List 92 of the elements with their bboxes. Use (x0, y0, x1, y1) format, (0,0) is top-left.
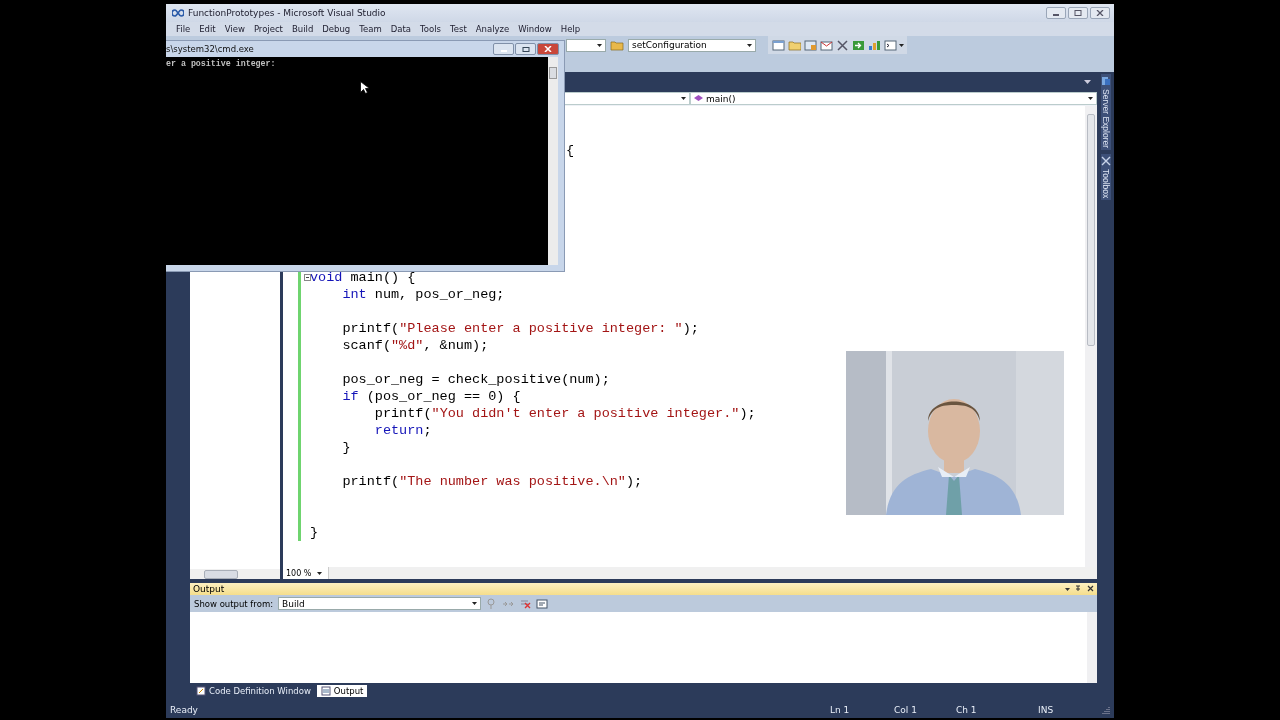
column-indicator: Col 1 (894, 705, 918, 715)
close-icon (1096, 10, 1104, 16)
wrap-icon (536, 597, 549, 610)
chart-button[interactable] (867, 38, 882, 52)
configuration-dropdown[interactable]: setConfiguration (628, 38, 756, 52)
menu-item[interactable]: Test (450, 24, 467, 34)
clear-icon (519, 597, 532, 610)
member-dropdown[interactable]: main() (690, 92, 1097, 105)
code-line: if (pos_or_neg == 0) { (341, 388, 522, 405)
close-button[interactable] (537, 43, 559, 55)
code-line: pos_or_neg = check_positive(num); (341, 371, 611, 388)
side-tab[interactable]: Server Explorer (1100, 74, 1111, 151)
chart-icon (868, 39, 881, 51)
dropdown[interactable] (566, 38, 606, 52)
folder-icon (788, 39, 801, 51)
folder-button[interactable] (787, 38, 802, 52)
line-indicator: Ln 1 (830, 705, 851, 715)
window-icon (772, 39, 785, 51)
dropdown-arrow-icon (597, 43, 602, 47)
dropdown-arrow-icon (472, 602, 478, 605)
side-tab[interactable]: Toolbox (1100, 154, 1111, 201)
menu-item[interactable]: Analyze (475, 24, 510, 34)
status-message: Ready (170, 705, 199, 715)
window-title: s\system32\cmd.exe (166, 44, 254, 54)
panel-tab[interactable]: Code Definition Window (192, 684, 315, 697)
arrow-box-button[interactable] (851, 38, 866, 52)
field-label: Show output from: (194, 598, 274, 609)
menu-item[interactable]: Project (253, 24, 283, 34)
window-icon (320, 685, 331, 696)
code-line: int num, pos_or_neg; (341, 286, 506, 303)
pin-icon (485, 597, 498, 610)
vertical-scrollbar[interactable] (1087, 612, 1097, 683)
insert-mode-indicator: INS (1038, 705, 1055, 715)
menu-item[interactable]: Build (291, 24, 314, 34)
output-source-dropdown[interactable]: Build (278, 597, 482, 610)
document-pencil-icon (196, 685, 206, 696)
character-indicator: Ch 1 (956, 705, 978, 715)
mouse-pointer-icon (360, 81, 369, 94)
maximize-button[interactable] (1068, 7, 1088, 19)
dropdown-arrow-icon (317, 571, 323, 575)
wrap-button[interactable] (535, 596, 550, 611)
maximize-icon (521, 46, 530, 52)
maximize-button[interactable] (515, 43, 536, 55)
method-icon (694, 94, 703, 103)
code-line: printf("You didn't enter a positive integer."); (373, 405, 757, 422)
close-button[interactable] (1090, 7, 1110, 19)
menu-item[interactable]: Debug (322, 24, 351, 34)
panel-title: Output (193, 584, 225, 594)
menu-item[interactable]: File (176, 24, 191, 34)
window-icon (804, 39, 817, 51)
menu-item[interactable]: Team (359, 24, 382, 34)
terminal-button[interactable] (883, 38, 898, 52)
window-title: FunctionPrototypes - Microsoft Visual Studio (188, 8, 386, 18)
terminal-icon (884, 39, 897, 51)
code-line: return; (373, 422, 433, 439)
menu-item[interactable]: Help (560, 24, 581, 34)
dropdown-arrow-icon (681, 97, 686, 100)
window-button[interactable] (803, 38, 818, 52)
zoom-dropdown[interactable]: 100 % (283, 567, 329, 579)
arrow-box-icon (852, 39, 865, 51)
menu-item[interactable]: Edit (199, 24, 216, 34)
dropdown-arrow-icon (899, 43, 904, 47)
console-output: er a positive integer: (166, 58, 276, 68)
code-line: } (341, 439, 352, 456)
horizontal-scrollbar[interactable] (190, 569, 280, 579)
code-line: { (566, 142, 576, 159)
window-button[interactable] (771, 38, 786, 52)
collapse-icon (304, 274, 311, 281)
infinity-logo-icon (172, 9, 184, 17)
minimize-button[interactable] (1046, 7, 1066, 19)
resize-grip-icon (1102, 706, 1110, 714)
close-icon (544, 46, 552, 52)
menu-item[interactable]: Window (518, 24, 552, 34)
folder-icon (610, 39, 624, 51)
menu-item[interactable]: Data (390, 24, 412, 34)
code-line: void main() { (310, 269, 417, 286)
envelope-button[interactable] (819, 38, 834, 52)
panel-tab[interactable]: Output (316, 684, 368, 697)
maximize-icon (1074, 10, 1082, 16)
menu-item[interactable]: Tools (420, 24, 441, 34)
code-line: scanf("%d", &num); (341, 337, 490, 354)
panel-controls-icon (1064, 585, 1094, 593)
code-line: } (310, 524, 320, 541)
code-line: printf("Please enter a positive integer: "); (341, 320, 700, 337)
vertical-scrollbar[interactable] (1085, 106, 1097, 567)
dropdown-arrow-icon (747, 43, 752, 47)
dropdown-arrow-icon (1088, 97, 1093, 100)
dropdown-arrow-icon (1084, 80, 1091, 84)
menu-item[interactable]: View (224, 24, 245, 34)
code-line: printf("The number was positive.\n"); (341, 473, 644, 490)
vertical-scrollbar[interactable] (548, 57, 558, 265)
envelope-icon (820, 39, 833, 51)
